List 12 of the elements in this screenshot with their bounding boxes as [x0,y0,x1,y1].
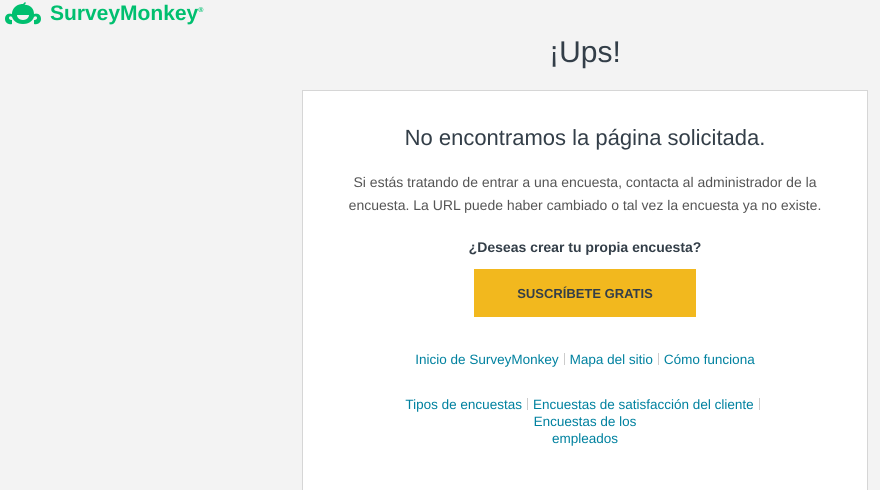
footer-link[interactable]: Mapa del sitio [570,352,653,367]
monkey-logo-icon [4,2,42,26]
footer-link[interactable]: Encuestas de los empleados [520,413,650,447]
page-title: ¡Ups! [549,36,621,70]
footer-link[interactable]: Inicio de SurveyMonkey [415,352,559,367]
footer-link[interactable]: Encuestas de satisfacción del cliente [532,397,754,412]
error-heading: No encontramos la página solicitada. [404,125,766,151]
footer-link[interactable]: Tipos de encuestas [405,397,522,412]
error-message: Si estás tratando de entrar a una encuesta, contacta al administrador de la encuesta. La URL puede haber cambiado o tal vez la encuesta ya no existe. [348,173,822,215]
signup-button[interactable]: SUSCRÍBETE GRATIS [474,269,696,317]
footer-link[interactable]: Cómo funciona [664,352,755,367]
signup-question: ¿Deseas crear tu propia encuesta? [468,239,702,255]
